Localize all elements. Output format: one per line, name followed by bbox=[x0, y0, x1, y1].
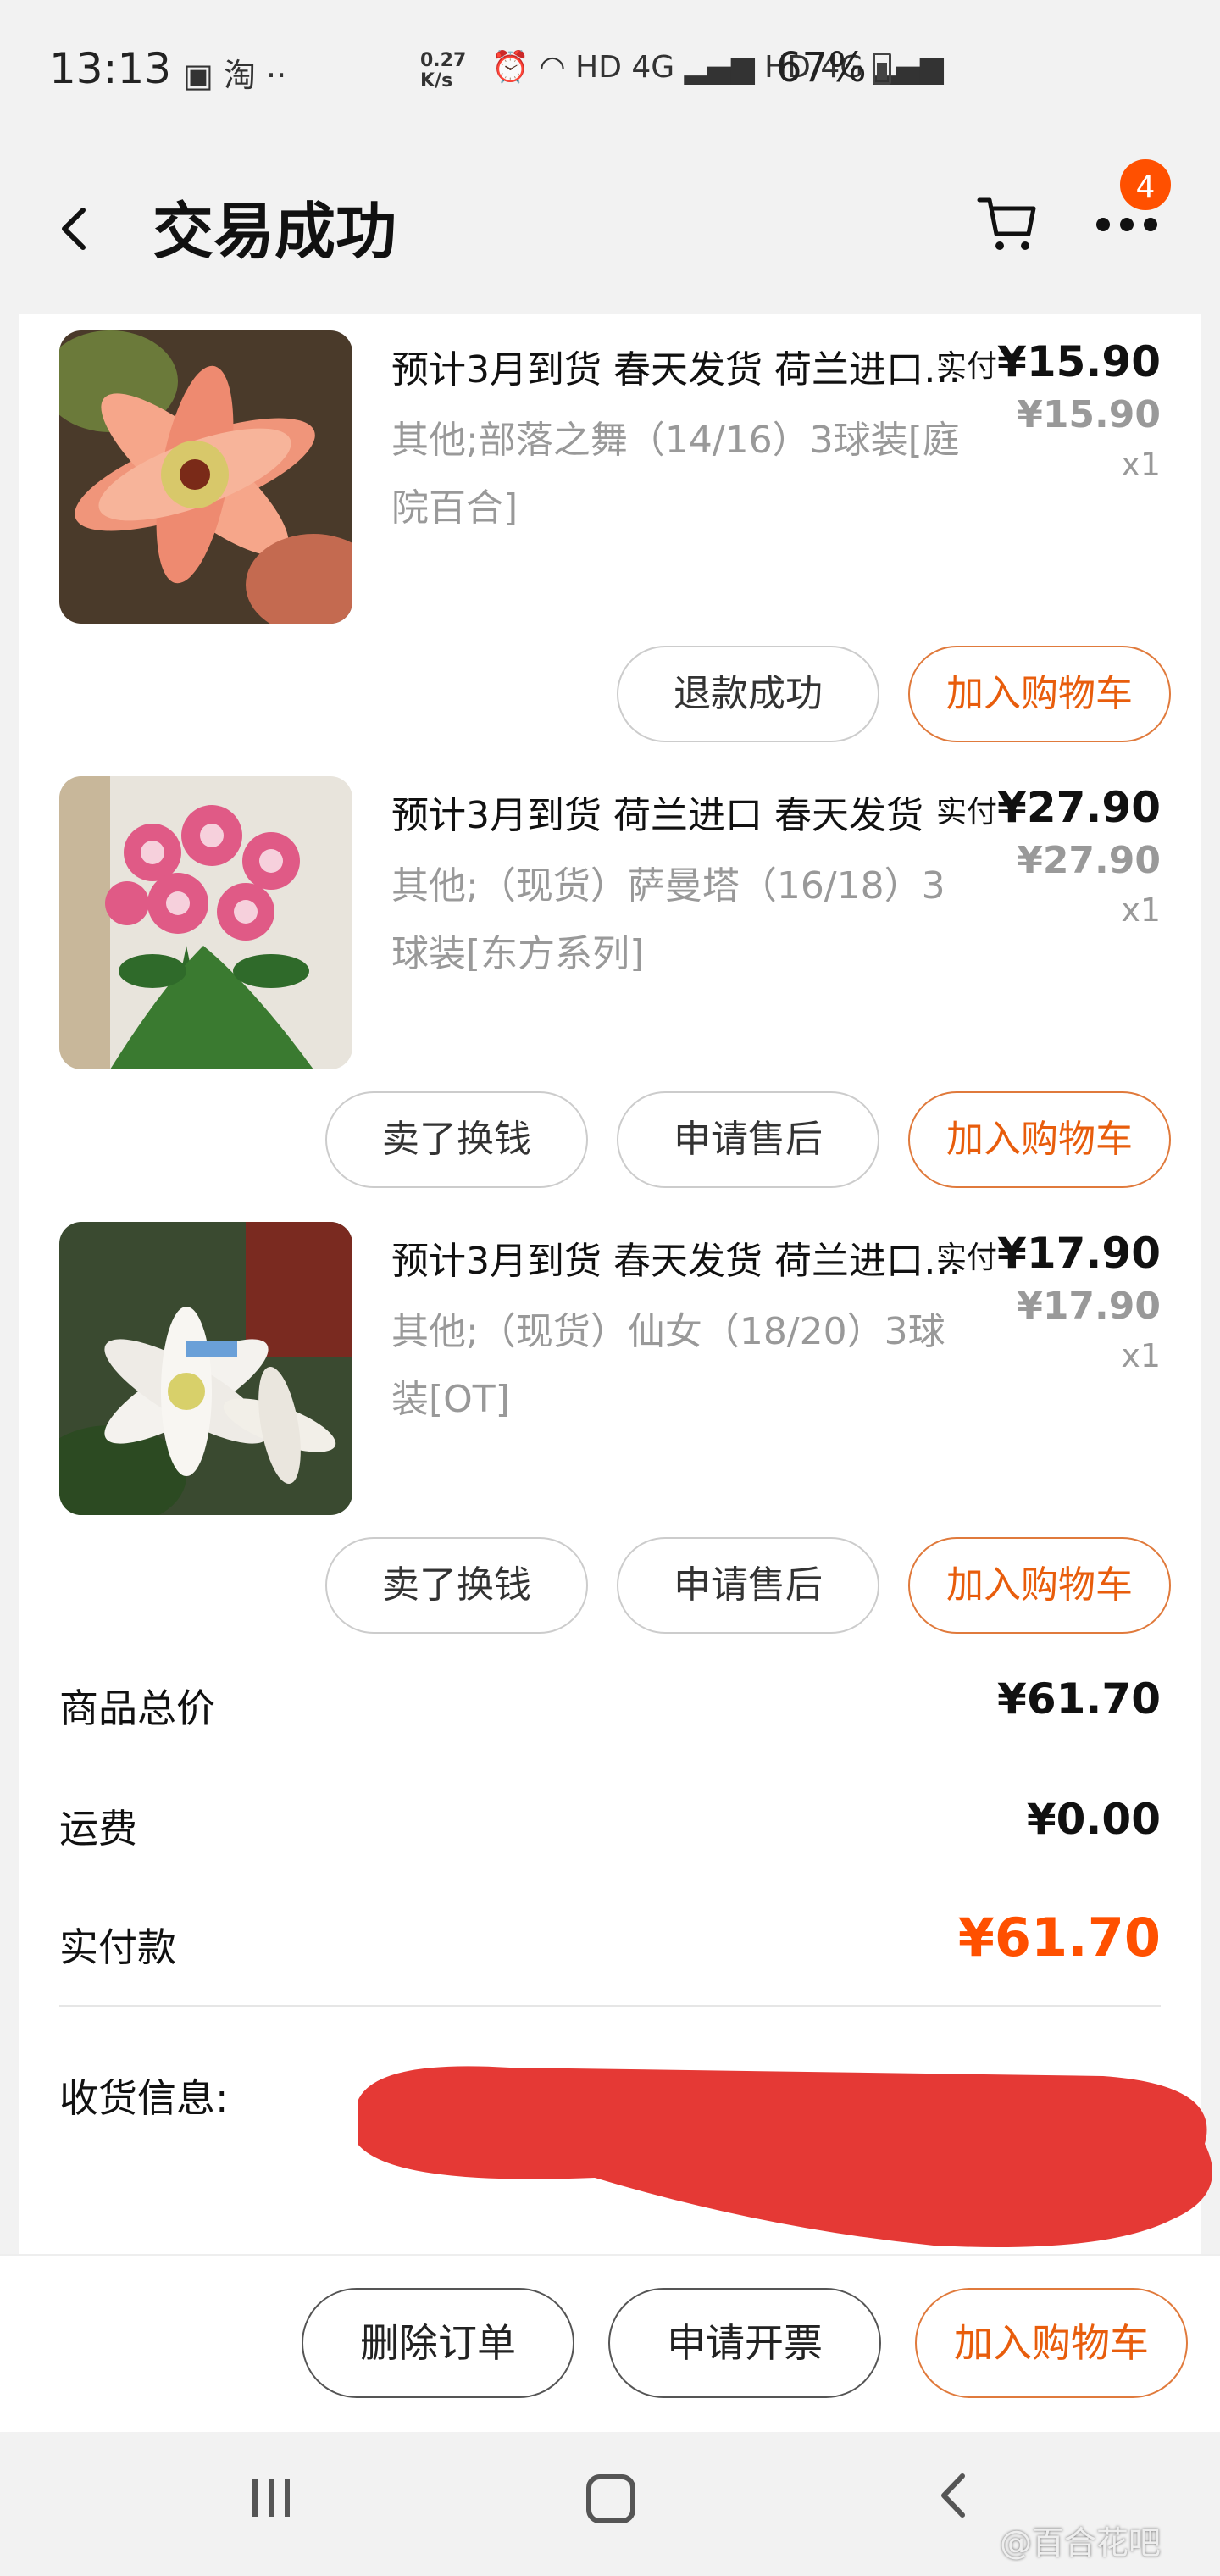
status-time: 13:13 bbox=[49, 44, 172, 93]
bottom-action-bar: 删除订单 申请开票 加入购物车 bbox=[0, 2254, 1220, 2432]
request-invoice-button[interactable]: 申请开票 bbox=[608, 2288, 881, 2398]
address-redaction bbox=[341, 2051, 1220, 2271]
watermark: @百合花吧 bbox=[1000, 2524, 1162, 2562]
refund-status-button[interactable]: 退款成功 bbox=[617, 646, 879, 742]
item-title[interactable]: 预计3月到货 荷兰进口 春天发货 bbox=[391, 785, 968, 839]
page-header: 交易成功 4 bbox=[0, 144, 1220, 314]
nav-back-icon[interactable] bbox=[932, 2466, 974, 2539]
address-label: 收货信息: bbox=[59, 2075, 229, 2121]
quantity: x1 bbox=[1121, 446, 1161, 483]
system-nav-bar: @百合花吧 bbox=[0, 2432, 1220, 2576]
shipping-row: 运费 ¥0.00 bbox=[59, 1781, 1161, 1866]
add-to-cart-button[interactable]: 加入购物车 bbox=[908, 646, 1171, 742]
paid-total-row: 实付款 ¥61.70 bbox=[59, 1900, 1161, 1985]
back-arrow-icon[interactable] bbox=[53, 195, 95, 263]
add-to-cart-button[interactable]: 加入购物车 bbox=[908, 1537, 1171, 1634]
paid-price: 实付¥15.90 bbox=[936, 337, 1161, 386]
order-card: 预计3月到货 春天发货 荷兰进口 春天发货 其他;部落之舞（14/16）3球装[… bbox=[19, 314, 1212, 2262]
original-price: ¥15.90 bbox=[1017, 393, 1161, 436]
cart-badge: 4 bbox=[1117, 156, 1174, 214]
item-title[interactable]: 预计3月到货 春天发货 荷兰进口 春天发货 bbox=[391, 1230, 968, 1285]
battery-icon bbox=[873, 53, 891, 85]
battery-percent: 67% bbox=[776, 44, 867, 92]
goods-total-value: ¥61.70 bbox=[997, 1674, 1161, 1724]
cart-icon[interactable] bbox=[976, 192, 1039, 254]
item-spec: 其他;（现货）萨曼塔（16/18）3球装[东方系列] bbox=[391, 864, 946, 975]
goods-total-row: 商品总价 ¥61.70 bbox=[59, 1661, 1161, 1746]
network-speed: 0.27 K/s bbox=[420, 50, 467, 92]
item-spec: 其他;部落之舞（14/16）3球装[庭院百合] bbox=[391, 419, 960, 530]
add-to-cart-button[interactable]: 加入购物车 bbox=[915, 2288, 1188, 2398]
page-title: 交易成功 bbox=[152, 196, 397, 267]
original-price: ¥27.90 bbox=[1017, 839, 1161, 882]
after-sales-button[interactable]: 申请售后 bbox=[617, 1091, 879, 1188]
product-image[interactable] bbox=[59, 1222, 352, 1515]
sell-button[interactable]: 卖了换钱 bbox=[325, 1091, 588, 1188]
goods-total-label: 商品总价 bbox=[59, 1685, 215, 1731]
status-bar: 13:13 ▣ 淘 ·· 0.27 K/s ⏰ ◠ HD 4G ▂▄▆ HD 4… bbox=[0, 0, 1220, 144]
after-sales-button[interactable]: 申请售后 bbox=[617, 1537, 879, 1634]
shipping-value: ¥0.00 bbox=[1026, 1795, 1161, 1844]
paid-price: 实付¥17.90 bbox=[936, 1229, 1161, 1278]
notification-icons: ▣ 淘 ·· bbox=[183, 57, 287, 94]
divider bbox=[59, 2005, 1161, 2007]
product-image[interactable] bbox=[59, 330, 352, 624]
order-item[interactable]: 预计3月到货 春天发货 荷兰进口 春天发货 其他;部落之舞（14/16）3球装[… bbox=[19, 322, 1201, 769]
quantity: x1 bbox=[1121, 891, 1161, 929]
paid-total-value: ¥61.70 bbox=[957, 1907, 1161, 1968]
order-item[interactable]: 预计3月到货 荷兰进口 春天发货 其他;（现货）萨曼塔（16/18）3球装[东方… bbox=[19, 768, 1201, 1215]
add-to-cart-button[interactable]: 加入购物车 bbox=[908, 1091, 1171, 1188]
quantity: x1 bbox=[1121, 1337, 1161, 1374]
original-price: ¥17.90 bbox=[1017, 1285, 1161, 1328]
shipping-label: 运费 bbox=[59, 1806, 137, 1852]
paid-price: 实付¥27.90 bbox=[936, 783, 1161, 832]
sell-button[interactable]: 卖了换钱 bbox=[325, 1537, 588, 1634]
home-icon[interactable] bbox=[586, 2474, 635, 2523]
order-item[interactable]: 预计3月到货 春天发货 荷兰进口 春天发货 其他;（现货）仙女（18/20）3球… bbox=[19, 1213, 1201, 1661]
recent-apps-icon[interactable] bbox=[247, 2474, 295, 2522]
item-spec: 其他;（现货）仙女（18/20）3球装[OT] bbox=[391, 1310, 946, 1421]
item-title[interactable]: 预计3月到货 春天发货 荷兰进口 春天发货 bbox=[391, 339, 968, 393]
paid-total-label: 实付款 bbox=[59, 1924, 176, 1970]
product-image[interactable] bbox=[59, 776, 352, 1069]
delete-order-button[interactable]: 删除订单 bbox=[302, 2288, 574, 2398]
